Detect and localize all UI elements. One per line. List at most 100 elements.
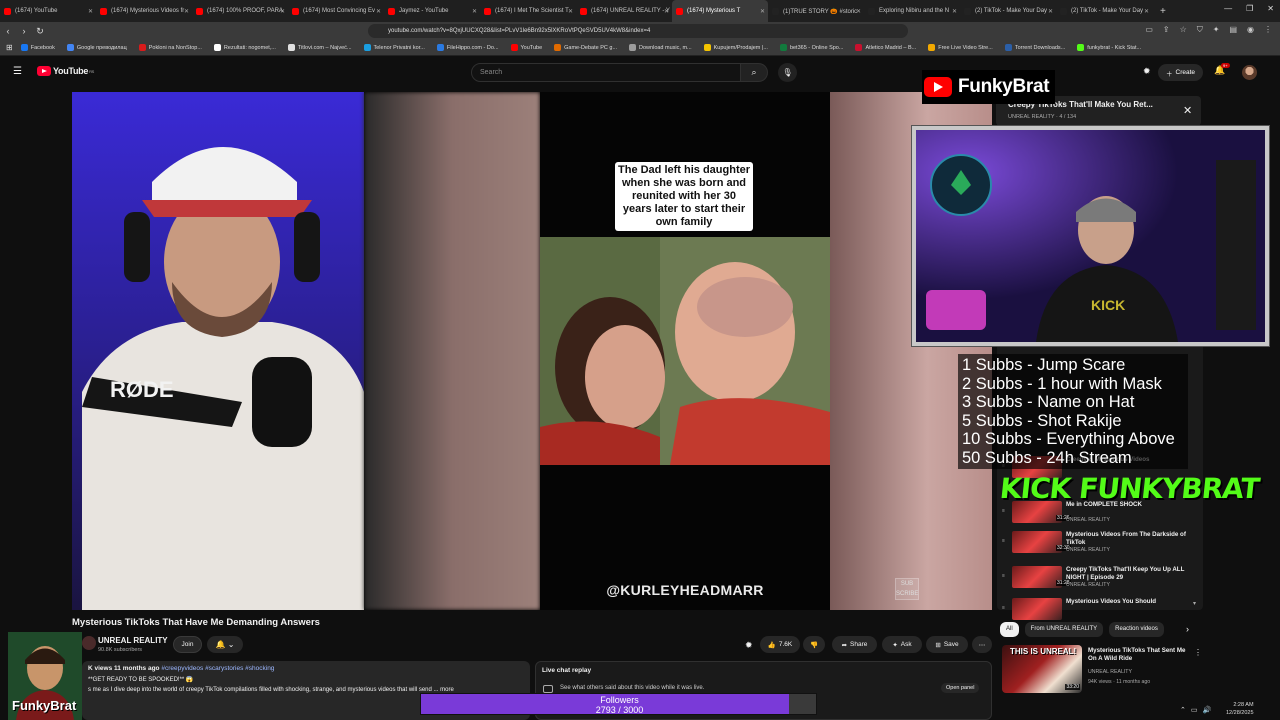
display-icon[interactable]: ▭	[1191, 706, 1198, 714]
bookmark-item[interactable]: Torrent Downloads...	[1004, 44, 1065, 51]
star-icon[interactable]: ☆	[1180, 25, 1187, 35]
queue-item[interactable]: ≡ 31:28 Creepy TikToks That'll Keep You Up…	[1002, 566, 1202, 588]
tab-close-icon[interactable]: ✕	[88, 8, 93, 15]
open-panel-button[interactable]: Open panel	[941, 683, 980, 693]
queue-item[interactable]: ≡ Mysterious Videos You Should	[1002, 598, 1202, 620]
speaker-icon[interactable]: 🔊	[1203, 706, 1212, 714]
tab-close-icon[interactable]: ✕	[184, 8, 189, 15]
bookmark-item[interactable]: Kupujem/Prodajem |...	[703, 44, 768, 51]
browser-tab[interactable]: (1674) Mysterious T ✕	[672, 0, 768, 22]
browser-tab[interactable]: (1674) 100% PROOF, PARA ✕	[192, 0, 288, 22]
notifications-button[interactable]: 🔔 9+	[1214, 63, 1230, 76]
tab-close-icon[interactable]: ✕	[568, 8, 573, 15]
back-icon[interactable]: ‹	[0, 26, 16, 36]
recommendation-more-icon[interactable]: ⋮	[1194, 648, 1202, 657]
browser-tab[interactable]: (1674) UNREAL REALITY - Y ✕	[576, 0, 672, 22]
bookmark-item[interactable]: Game-Debate PC g...	[554, 44, 617, 51]
bookmark-item[interactable]: Facebook	[20, 44, 55, 51]
recommendation-channel[interactable]: UNREAL REALITY	[1088, 669, 1132, 675]
hamburger-icon[interactable]: ☰	[13, 66, 22, 77]
browser-tab[interactable]: (1)TRUE STORY 🎃 #storic ✕	[768, 0, 864, 22]
browser-tab[interactable]: (2) TikTok - Make Your Day ✕	[960, 0, 1056, 22]
forward-icon[interactable]: ›	[16, 26, 32, 36]
queue-item[interactable]: ≡ 32:30 Mysterious Videos From The Darksid…	[1002, 531, 1202, 553]
account-avatar[interactable]	[1242, 65, 1257, 80]
bookmark-item[interactable]: Pokloni na NonStop...	[138, 44, 202, 51]
menu-icon[interactable]: ⋮	[1264, 25, 1272, 35]
bookmark-item[interactable]: funkybrat - Kick Stat...	[1077, 44, 1141, 51]
share-button[interactable]: ➦ Share	[832, 636, 877, 653]
like-button[interactable]: 👍 7.6K	[760, 636, 800, 653]
chips-next-icon[interactable]: ›	[1186, 624, 1189, 634]
tab-close-icon[interactable]: ✕	[280, 8, 285, 15]
gear-icon[interactable]: ✹	[745, 640, 753, 651]
close-icon[interactable]: ✕	[1267, 4, 1274, 13]
tab-close-icon[interactable]: ✕	[1048, 8, 1053, 15]
bookmark-item[interactable]: YouTube	[510, 44, 542, 51]
recommendation-title[interactable]: Mysterious TikToks That Sent Me On A Wil…	[1088, 647, 1188, 663]
subscription-bell-button[interactable]: 🔔 ⌄	[207, 636, 243, 653]
browser-tab[interactable]: (1674) I Met The Scientist T ✕	[480, 0, 576, 22]
recommendation-thumbnail[interactable]: THIS IS UNREAL! 33:20	[1002, 645, 1082, 693]
search-input[interactable]: Search	[471, 63, 741, 82]
system-clock[interactable]: 2:28 AM 12/28/2025	[1226, 701, 1254, 717]
browser-tab[interactable]: Exploring Nibiru and the N ✕	[864, 0, 960, 22]
bookmark-item[interactable]: Titlovi.com – Najveć...	[287, 44, 352, 51]
drag-handle-icon[interactable]: ≡	[1002, 538, 1005, 544]
extensions-icon[interactable]: ✦	[1213, 25, 1220, 35]
profile-icon[interactable]: ◉	[1247, 25, 1254, 35]
address-bar[interactable]: youtube.com/watch?v=8QxjUUCXQ28&list=PLv…	[368, 24, 908, 38]
tab-close-icon[interactable]: ✕	[856, 8, 861, 15]
apps-grid-icon[interactable]: ⊞	[6, 43, 13, 52]
bookmark-item[interactable]: Telenor Privatni kor...	[363, 44, 425, 51]
channel-name[interactable]: UNREAL REALITY	[98, 636, 168, 645]
join-button[interactable]: Join	[173, 636, 202, 653]
more-actions-button[interactable]: ⋯	[972, 636, 992, 653]
browser-tab[interactable]: (1674) YouTube ✕	[0, 0, 96, 22]
close-icon[interactable]: ✕	[1183, 104, 1192, 117]
browser-tab[interactable]: Jaymez - YouTube ✕	[384, 0, 480, 22]
bookmark-item[interactable]: Atletico Madrid – B...	[855, 44, 916, 51]
bookmark-item[interactable]: FileHippo.com - Do...	[436, 44, 499, 51]
bookmark-item[interactable]: bet365 - Online Spo...	[779, 44, 843, 51]
save-button[interactable]: ⊞ Save	[926, 636, 968, 653]
browser-tab[interactable]: (1674) Most Convincing Ev ✕	[288, 0, 384, 22]
cast-icon[interactable]: ▭	[1145, 25, 1153, 35]
browser-tab[interactable]: (1674) Mysterious Videos fr ✕	[96, 0, 192, 22]
minimize-icon[interactable]: —	[1224, 4, 1232, 13]
share-icon[interactable]: ⇪	[1163, 25, 1170, 35]
filter-chip[interactable]: All	[1000, 622, 1019, 637]
bookmark-item[interactable]: Free Live Video Stre...	[928, 44, 993, 51]
stream-settings-icon[interactable]: ✹	[1143, 66, 1151, 77]
drag-handle-icon[interactable]: ≡	[1002, 508, 1005, 514]
shield-icon[interactable]: ⛉	[1197, 25, 1203, 35]
voice-search-button[interactable]: 🎙	[778, 63, 797, 82]
youtube-logo[interactable]: YouTube RS	[37, 66, 94, 76]
tab-close-icon[interactable]: ✕	[952, 8, 957, 15]
browser-tab[interactable]: (2) TikTok - Make Your Day ✕	[1056, 0, 1152, 22]
tray-chevron-icon[interactable]: ⌃	[1180, 706, 1186, 714]
ask-button[interactable]: ✦ Ask	[882, 636, 922, 653]
filter-chip[interactable]: Reaction videos	[1109, 622, 1164, 637]
tab-close-icon[interactable]: ✕	[664, 8, 669, 15]
dislike-button[interactable]: 👎	[803, 636, 825, 653]
tab-close-icon[interactable]: ✕	[376, 8, 381, 15]
reload-icon[interactable]: ↻	[32, 26, 48, 37]
bookmark-item[interactable]: Google преводилац	[66, 44, 127, 51]
bookmark-item[interactable]: Rezultati: nogomet,...	[213, 44, 276, 51]
tab-close-icon[interactable]: ✕	[760, 8, 765, 15]
filter-chip[interactable]: From UNREAL REALITY	[1024, 622, 1104, 637]
video-player[interactable]: RØDE The Dad left his daughter when she …	[72, 92, 992, 610]
bookmark-item[interactable]: Download music, m...	[629, 44, 692, 51]
drag-handle-icon[interactable]: ≡	[1002, 605, 1005, 611]
subscribe-watermark[interactable]: SUB SCRIBE	[895, 578, 919, 600]
drag-handle-icon[interactable]: ≡	[1002, 573, 1005, 579]
new-tab-icon[interactable]: +	[1160, 6, 1166, 17]
channel-avatar[interactable]	[82, 636, 96, 650]
create-button[interactable]: ＋ Create	[1158, 64, 1204, 81]
search-button[interactable]: ⌕	[740, 63, 768, 82]
restore-icon[interactable]: ❐	[1246, 4, 1253, 13]
queue-collapse-icon[interactable]: ▾	[1193, 600, 1196, 607]
tab-close-icon[interactable]: ✕	[1144, 8, 1149, 15]
description-tags[interactable]: #creepyvideos #scarystories #shocking	[161, 665, 274, 672]
